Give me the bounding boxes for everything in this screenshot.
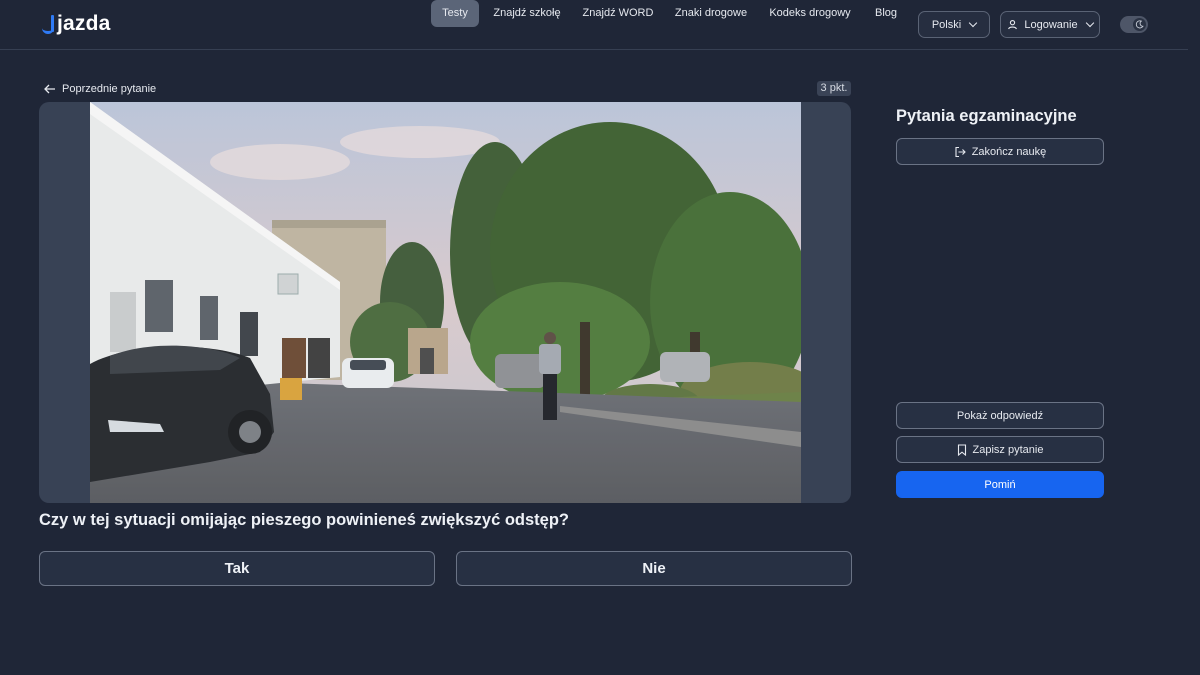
logo-mark-icon xyxy=(42,12,56,36)
user-icon xyxy=(1008,20,1018,30)
answer-no-button[interactable]: Nie xyxy=(456,551,852,586)
save-question-button[interactable]: Zapisz pytanie xyxy=(896,436,1104,463)
language-select[interactable]: Polski xyxy=(918,11,990,38)
language-label: Polski xyxy=(931,18,962,31)
nav-blog[interactable]: Blog xyxy=(868,0,904,27)
login-button[interactable]: Logowanie xyxy=(1000,11,1100,38)
nav-znajdz-szkole[interactable]: Znajdź szkołę xyxy=(487,0,567,27)
logout-icon xyxy=(955,146,966,157)
previous-question-label: Poprzednie pytanie xyxy=(62,83,157,95)
nav-kodeks-drogowy[interactable]: Kodeks drogowy xyxy=(765,0,855,27)
nav-testy[interactable]: Testy xyxy=(431,0,479,27)
theme-toggle[interactable] xyxy=(1120,16,1148,33)
save-question-label: Zapisz pytanie xyxy=(972,443,1044,456)
show-answer-label: Pokaż odpowiedź xyxy=(956,409,1044,422)
bookmark-icon xyxy=(957,443,966,456)
finish-learning-button[interactable]: Zakończ naukę xyxy=(896,138,1104,165)
answer-yes-button[interactable]: Tak xyxy=(39,551,435,586)
sidebar-title: Pytania egzaminacyjne xyxy=(896,107,1077,125)
logo-text: jazda xyxy=(57,12,111,35)
top-header: jazda Testy Znajdź szkołę Znajdź WORD Zn… xyxy=(0,0,1188,50)
moon-icon xyxy=(1133,18,1146,31)
skip-label: Pomiń xyxy=(984,478,1016,491)
arrow-left-icon xyxy=(44,84,55,94)
skip-button[interactable]: Pomiń xyxy=(896,471,1104,498)
finish-learning-label: Zakończ naukę xyxy=(971,145,1047,158)
nav-znaki-drogowe[interactable]: Znaki drogowe xyxy=(670,0,752,27)
previous-question-link[interactable]: Poprzednie pytanie xyxy=(44,80,156,98)
question-photo xyxy=(90,102,801,503)
logo[interactable]: jazda xyxy=(42,12,111,36)
login-label: Logowanie xyxy=(1024,18,1078,31)
show-answer-button[interactable]: Pokaż odpowiedź xyxy=(896,402,1104,429)
question-text: Czy w tej sytuacji omijając pieszego pow… xyxy=(39,511,569,529)
nav-znajdz-word[interactable]: Znajdź WORD xyxy=(578,0,658,27)
chevron-down-icon xyxy=(1085,18,1094,28)
points-badge: 3 pkt. xyxy=(817,81,851,96)
chevron-down-icon xyxy=(968,18,978,28)
question-media xyxy=(39,102,851,503)
